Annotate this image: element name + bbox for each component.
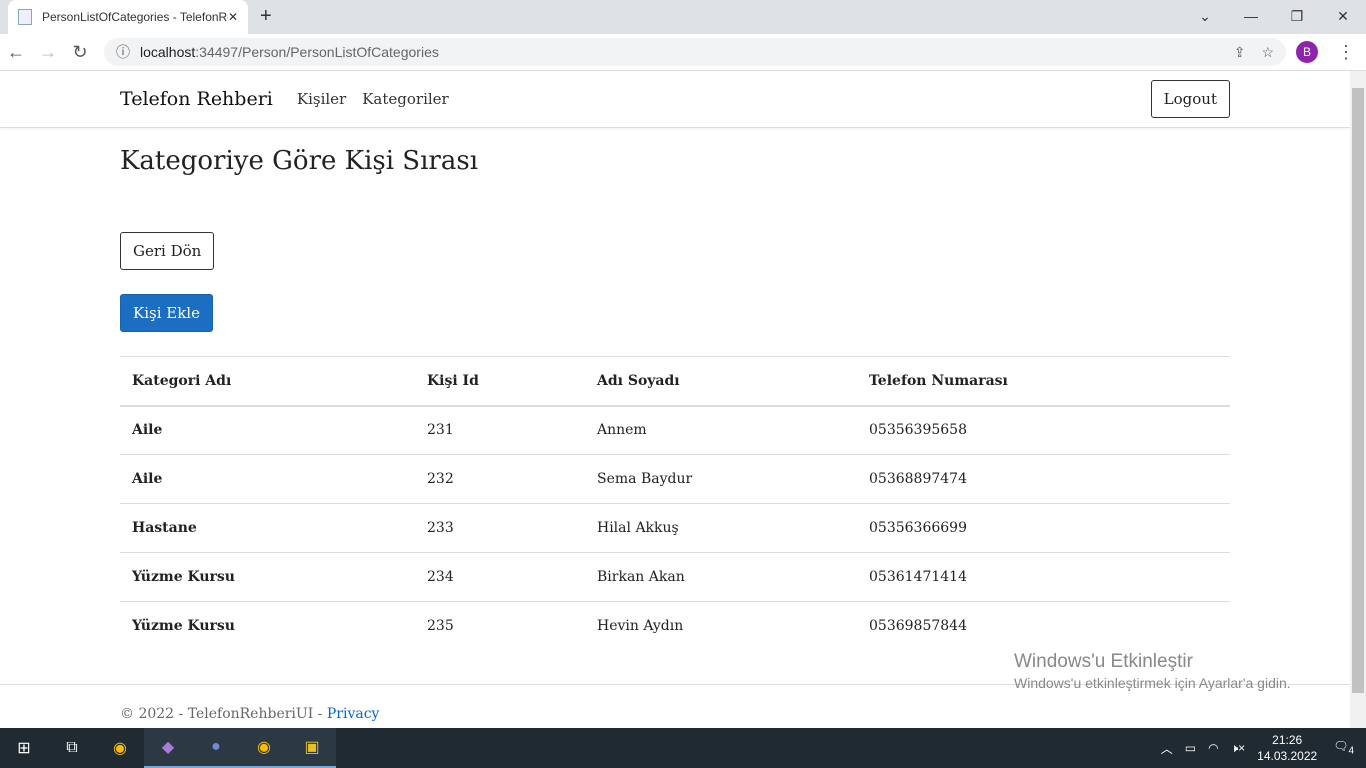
share-icon[interactable]: ⇪ (1234, 44, 1246, 61)
cell-category: Yüzme Kursu (120, 552, 415, 602)
cell-category: Aile (120, 405, 415, 455)
bookmark-star-icon[interactable]: ☆ (1261, 44, 1274, 61)
cell-id: 232 (415, 454, 585, 504)
app-taskbar-icon[interactable]: ▣ (288, 728, 336, 768)
reload-icon[interactable]: ↻ (64, 42, 96, 63)
cell-phone: 05361471414 (857, 552, 1230, 602)
column-header-category: Kategori Adı (120, 356, 415, 407)
page-icon (18, 9, 32, 25)
start-windows-icon[interactable]: ⊞ (0, 728, 48, 768)
new-tab-button[interactable]: + (260, 5, 272, 28)
chrome-active-taskbar-icon[interactable]: ◉ (240, 728, 288, 768)
scrollbar-thumb[interactable] (1352, 88, 1364, 693)
add-person-button[interactable]: Kişi Ekle (120, 294, 213, 332)
cell-name: Birkan Akan (585, 552, 857, 602)
volume-muted-icon[interactable]: 🕨× (1231, 741, 1246, 756)
table-row: Hastane 233 Hilal Akkuş 05356366699 (120, 503, 1230, 553)
vertical-scrollbar[interactable] (1350, 71, 1366, 728)
cell-id: 233 (415, 503, 585, 553)
cell-name: Annem (585, 405, 857, 455)
table-row: Aile 232 Sema Baydur 05368897474 (120, 454, 1230, 504)
wifi-icon[interactable]: ◠ (1208, 741, 1218, 755)
cell-phone: 05368897474 (857, 454, 1230, 504)
cell-phone: 05356366699 (857, 503, 1230, 553)
watermark-subtitle: Windows'u etkinleştirmek için Ayarlar'a … (1014, 675, 1291, 691)
url-host: localhost (140, 44, 196, 60)
back-icon[interactable]: ← (0, 42, 32, 63)
url-path: :34497/Person/PersonListOfCategories (195, 44, 439, 60)
privacy-link[interactable]: Privacy (327, 706, 380, 722)
clock-date: 14.03.2022 (1257, 749, 1318, 763)
address-bar-row: ← → ↻ ⓘ localhost:34497/Person/PersonLis… (0, 34, 1366, 71)
minimize-button[interactable]: — (1228, 0, 1274, 32)
nav-link-kategoriler[interactable]: Kategoriler (362, 90, 449, 108)
clock[interactable]: 21:26 14.03.2022 (1257, 732, 1317, 764)
column-header-id: Kişi Id (415, 356, 585, 407)
windows-activation-watermark: Windows'u Etkinleştir Windows'u etkinleş… (1014, 650, 1291, 692)
cell-id: 231 (415, 405, 585, 455)
battery-icon[interactable]: ▭ (1185, 741, 1196, 755)
logout-button[interactable]: Logout (1150, 80, 1230, 118)
clock-time: 21:26 (1272, 733, 1303, 747)
table-row: Yüzme Kursu 235 Hevin Aydın 05369857844 (120, 601, 1230, 651)
cell-phone: 05369857844 (857, 601, 1230, 651)
cell-name: Sema Baydur (585, 454, 857, 504)
cell-phone: 05356395658 (857, 405, 1230, 455)
column-header-phone: Telefon Numarası (857, 356, 1230, 407)
cell-category: Hastane (120, 503, 415, 553)
back-button[interactable]: Geri Dön (120, 232, 215, 270)
cell-name: Hevin Aydın (585, 601, 857, 651)
tray-chevron-icon[interactable]: ︿ (1161, 740, 1173, 757)
cell-category: Yüzme Kursu (120, 601, 415, 651)
cell-id: 235 (415, 601, 585, 651)
notification-count: 4 (1348, 745, 1354, 757)
close-window-button[interactable]: ✕ (1320, 0, 1366, 32)
navbar: Telefon Rehberi Kişiler Kategoriler Logo… (0, 71, 1350, 128)
info-icon[interactable]: ⓘ (116, 42, 130, 62)
tab-title: PersonListOfCategories - TelefonRehberiU… (42, 10, 228, 24)
watermark-title: Windows'u Etkinleştir (1014, 651, 1193, 672)
taskbar: ⊞ ⧉ ◉ ◆ ● ◉ ▣ ︿ ▭ ◠ 🕨× 21:26 14.03.2022 … (0, 728, 1366, 768)
column-header-name: Adı Soyadı (585, 356, 857, 407)
cell-id: 234 (415, 552, 585, 602)
forward-icon[interactable]: → (32, 42, 64, 63)
menu-icon[interactable]: ⋮ (1330, 42, 1362, 63)
notifications-icon[interactable]: 🗨4 (1333, 739, 1354, 756)
discord-taskbar-icon[interactable]: ● (192, 728, 240, 768)
visual-studio-taskbar-icon[interactable]: ◆ (144, 728, 192, 768)
table-row: Aile 231 Annem 05356395658 (120, 405, 1230, 455)
task-view-icon[interactable]: ⧉ (48, 728, 96, 768)
cell-category: Aile (120, 454, 415, 504)
browser-tab[interactable]: PersonListOfCategories - TelefonRehberiU… (8, 0, 248, 34)
nav-link-kisiler[interactable]: Kişiler (297, 90, 346, 108)
table-row: Yüzme Kursu 234 Birkan Akan 05361471414 (120, 552, 1230, 602)
brand-link[interactable]: Telefon Rehberi (120, 88, 273, 110)
tab-search-icon[interactable]: ⌄ (1182, 0, 1228, 32)
restore-button[interactable]: ❐ (1274, 0, 1320, 32)
page-title: Kategoriye Göre Kişi Sırası (120, 146, 479, 176)
browser-tab-strip: PersonListOfCategories - TelefonRehberiU… (0, 0, 1366, 34)
close-tab-icon[interactable]: ✕ (228, 10, 238, 24)
cell-name: Hilal Akkuş (585, 503, 857, 553)
profile-avatar[interactable]: B (1296, 41, 1318, 63)
url-input[interactable]: ⓘ localhost:34497/Person/PersonListOfCat… (104, 38, 1286, 66)
footer-text: © 2022 - TelefonRehberiUI - (120, 706, 327, 722)
page-viewport: Telefon Rehberi Kişiler Kategoriler Logo… (0, 71, 1350, 728)
person-table: Kategori Adı Kişi Id Adı Soyadı Telefon … (120, 356, 1230, 651)
chrome-taskbar-icon[interactable]: ◉ (96, 728, 144, 768)
